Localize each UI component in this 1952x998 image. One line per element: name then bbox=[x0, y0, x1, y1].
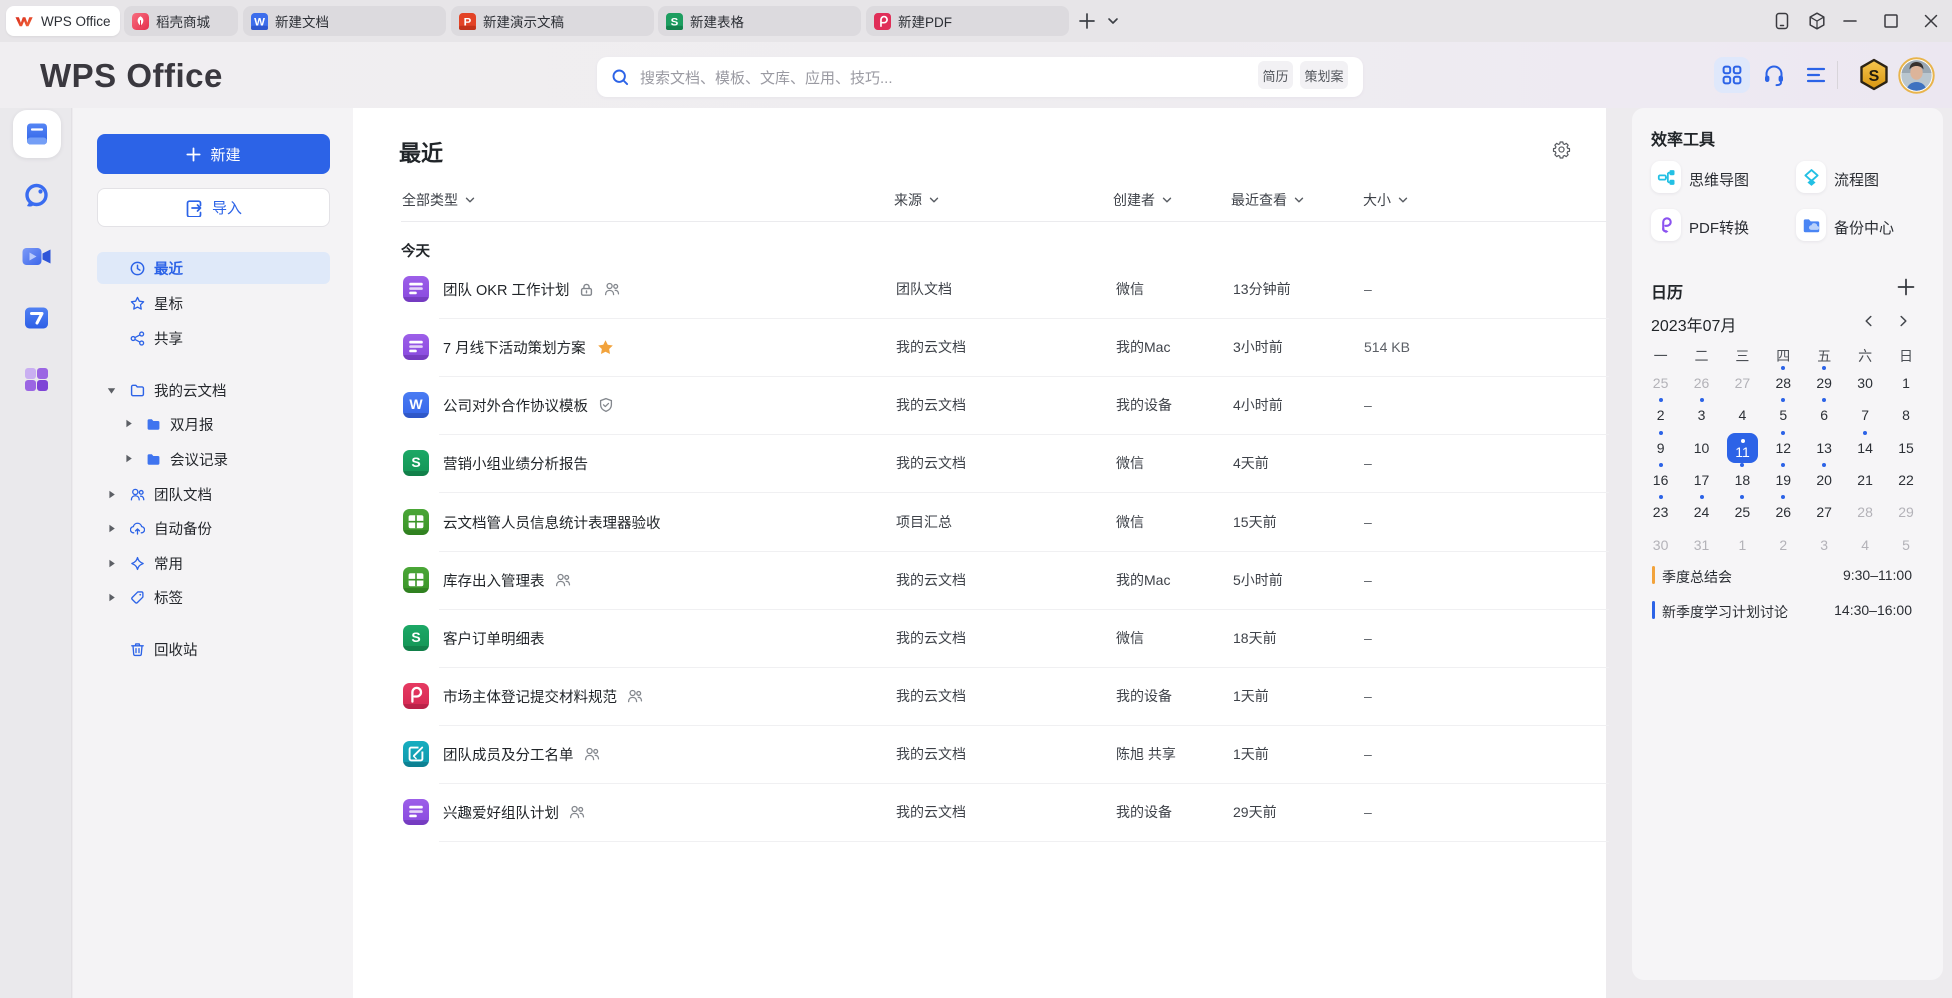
svg-text:S: S bbox=[671, 16, 679, 28]
svg-text:W: W bbox=[254, 16, 265, 28]
svg-text:P: P bbox=[464, 16, 472, 28]
svg-text:S: S bbox=[1869, 68, 1880, 85]
